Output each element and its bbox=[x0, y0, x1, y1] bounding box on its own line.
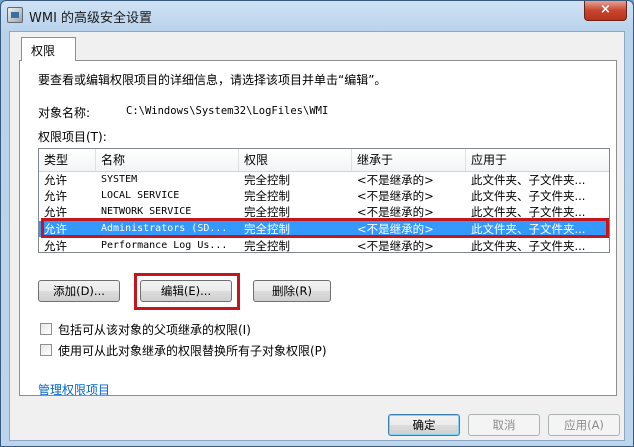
column-inherited-from[interactable]: 继承于 bbox=[352, 149, 466, 171]
dialog-window: WMI 的高级安全设置 × 权限 要查看或编辑权限项目的详细信息，请选择该项目并… bbox=[0, 0, 634, 447]
row-permission: 完全控制 bbox=[244, 189, 290, 203]
title-bar[interactable]: WMI 的高级安全设置 × bbox=[1, 1, 633, 29]
row-type: 允许 bbox=[44, 239, 67, 253]
row-inherited: <不是继承的> bbox=[357, 189, 434, 203]
object-name-label: 对象名称: bbox=[38, 106, 91, 120]
object-name-value: C:\Windows\System32\LogFiles\WMI bbox=[126, 105, 329, 117]
row-type: 允许 bbox=[44, 189, 67, 203]
column-name[interactable]: 名称 bbox=[96, 149, 239, 171]
edit-button-highlight-box bbox=[134, 273, 240, 310]
row-inherited: <不是继承的> bbox=[357, 173, 434, 187]
app-icon bbox=[7, 7, 23, 23]
selected-row-highlight-box bbox=[41, 218, 609, 238]
tab-panel: 要查看或编辑权限项目的详细信息，请选择该项目并单击“编辑”。 对象名称: C:\… bbox=[19, 60, 617, 398]
row-permission: 完全控制 bbox=[244, 239, 290, 253]
row-inherited: <不是继承的> bbox=[357, 239, 434, 253]
table-row[interactable]: 允许 SYSTEM 完全控制 <不是继承的> 此文件夹、子文件夹... bbox=[39, 172, 609, 188]
column-type[interactable]: 类型 bbox=[39, 149, 96, 171]
column-permission[interactable]: 权限 bbox=[239, 149, 352, 171]
replace-child-permissions-checkbox[interactable] bbox=[40, 344, 52, 356]
row-permission: 完全控制 bbox=[244, 173, 290, 187]
manage-permission-entries-link[interactable]: 管理权限项目 bbox=[38, 381, 110, 398]
cancel-button[interactable]: 取消 bbox=[468, 414, 540, 436]
row-type: 允许 bbox=[44, 173, 67, 187]
row-name: LOCAL SERVICE bbox=[101, 190, 180, 201]
apply-button[interactable]: 应用(A) bbox=[548, 414, 620, 436]
inherit-parent-label[interactable]: 包括可从该对象的父项继承的权限(I) bbox=[58, 321, 251, 338]
instruction-text: 要查看或编辑权限项目的详细信息，请选择该项目并单击“编辑”。 bbox=[38, 73, 387, 87]
row-applies: 此文件夹、子文件夹... bbox=[471, 189, 586, 203]
row-name: Performance Log Us... bbox=[101, 240, 228, 251]
close-button[interactable]: × bbox=[584, 1, 627, 21]
inherit-parent-checkbox[interactable] bbox=[40, 323, 52, 335]
permission-entries-list[interactable]: 类型 名称 权限 继承于 应用于 允许 SYSTEM 完全控制 <不是继承的> … bbox=[38, 148, 610, 253]
window-title: WMI 的高级安全设置 bbox=[29, 11, 153, 26]
table-row[interactable]: 允许 LOCAL SERVICE 完全控制 <不是继承的> 此文件夹、子文件夹.… bbox=[39, 188, 609, 204]
tab-permissions[interactable]: 权限 bbox=[21, 37, 76, 61]
column-applies-to[interactable]: 应用于 bbox=[466, 149, 609, 171]
dialog-client-area: 权限 要查看或编辑权限项目的详细信息，请选择该项目并单击“编辑”。 对象名称: … bbox=[9, 31, 625, 441]
row-applies: 此文件夹、子文件夹... bbox=[471, 239, 586, 253]
add-button[interactable]: 添加(D)... bbox=[38, 280, 120, 302]
ok-button[interactable]: 确定 bbox=[388, 414, 460, 436]
permission-entries-label: 权限项目(T): bbox=[38, 130, 107, 144]
table-row[interactable]: 允许 Performance Log Us... 完全控制 <不是继承的> 此文… bbox=[39, 238, 609, 253]
remove-button[interactable]: 删除(R) bbox=[253, 280, 331, 302]
list-header: 类型 名称 权限 继承于 应用于 bbox=[39, 149, 609, 172]
replace-child-permissions-label[interactable]: 使用可从此对象继承的权限替换所有子对象权限(P) bbox=[58, 342, 327, 359]
row-applies: 此文件夹、子文件夹... bbox=[471, 173, 586, 187]
row-name: SYSTEM bbox=[101, 174, 138, 185]
